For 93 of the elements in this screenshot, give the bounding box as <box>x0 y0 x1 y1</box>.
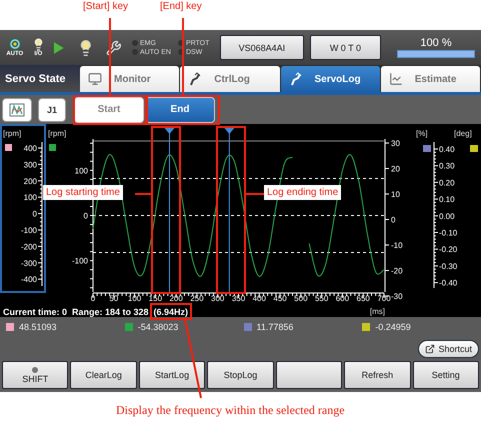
current-time: Current time: 0 <box>3 306 68 316</box>
axis-label: 650 <box>356 294 370 303</box>
axis-label: 200 <box>24 176 37 186</box>
unit-label: [rpm] <box>48 129 66 138</box>
axis-label: 100 <box>128 294 142 303</box>
axis-label: 400 <box>24 144 37 153</box>
speed-reading: 100 % <box>420 37 452 49</box>
tab[interactable]: ServoLog <box>280 66 380 92</box>
series-value: 11.77856 <box>256 322 294 332</box>
tab[interactable]: Estimate <box>380 66 480 92</box>
axis-label: 150 <box>148 294 162 303</box>
leader-line <box>246 193 264 195</box>
axis-label: 450 <box>273 294 287 303</box>
axis-label: 0 <box>391 216 396 224</box>
axis-label: -0.40 <box>439 278 458 288</box>
unit-label: [ms] <box>370 307 385 316</box>
frequency-text: (6.94Hz) <box>154 306 188 316</box>
unit-label: [rpm] <box>3 129 22 138</box>
axis-label: 0 <box>90 294 96 303</box>
axis-label: -30 <box>391 292 403 301</box>
axis-label: 0 <box>32 210 37 219</box>
tab[interactable]: CtrlLog <box>180 66 280 92</box>
swirl-icon <box>8 37 22 51</box>
function-key[interactable]: Setting <box>412 361 479 389</box>
axis-label: -0.30 <box>439 262 458 271</box>
axis-label: 400 <box>252 294 266 303</box>
range-key[interactable]: End <box>145 96 215 122</box>
callout-text: [Start] key <box>83 1 128 12</box>
panel-title: Servo State <box>0 65 80 92</box>
axis-label: -0.20 <box>439 245 458 254</box>
axis-label: 0.00 <box>439 212 455 221</box>
function-key[interactable]: StopLog <box>207 361 274 389</box>
series-value: -0.24959 <box>375 322 411 332</box>
axis-label: -100 <box>72 256 88 266</box>
line-chart-icon <box>388 72 403 86</box>
leader-line <box>135 193 151 195</box>
unit-label: [%] <box>416 129 428 138</box>
robot-arm-icon <box>188 72 202 86</box>
axis-label: 0.40 <box>439 145 455 154</box>
axis-label: 200 <box>169 294 183 303</box>
chart-button[interactable] <box>2 98 32 122</box>
range-key[interactable]: Start <box>74 96 144 122</box>
axis-label: -100 <box>20 226 37 235</box>
highlight-frame <box>150 303 192 320</box>
external-link-icon <box>425 344 436 354</box>
shortcut-button[interactable]: Shortcut <box>418 340 479 358</box>
axis-label: 0.20 <box>439 178 455 188</box>
axis-label: 0.30 <box>439 162 455 171</box>
range-cursor[interactable] <box>224 128 234 294</box>
series-value: 48.51093 <box>19 322 57 332</box>
callout-text: Log starting time <box>43 185 123 200</box>
axis-label: 100 <box>24 193 37 202</box>
shift-button[interactable]: SHIFT <box>2 361 68 389</box>
axis-label: 30 <box>391 139 400 148</box>
axis-label: 600 <box>336 294 350 303</box>
lightbulb-icon <box>32 38 45 50</box>
callout-text: Display the frequency within the selected range <box>116 403 345 418</box>
callout-text: Log ending time <box>264 185 342 200</box>
axis-label: -300 <box>20 258 37 268</box>
axis-label: 300 <box>24 160 37 170</box>
axis-label: 300 <box>211 294 224 303</box>
axis-label: 500 <box>294 294 308 303</box>
function-key[interactable]: StartLog <box>138 361 206 389</box>
range-text: Range: 184 to 328 <box>72 306 149 316</box>
axis-label: 0 <box>84 212 88 220</box>
robot-button[interactable]: VS068A4AI <box>220 35 304 60</box>
axis-label: -0.10 <box>439 228 458 238</box>
function-key[interactable]: ClearLog <box>70 361 137 389</box>
series-value: -54.38023 <box>138 322 178 332</box>
monitor-icon <box>88 72 102 86</box>
axis-label: 20 <box>391 164 400 174</box>
function-key[interactable]: Refresh <box>344 361 411 389</box>
play-icon <box>53 40 65 54</box>
joint-button[interactable]: J1 <box>38 98 66 122</box>
unit-label: [deg] <box>454 129 472 138</box>
function-key[interactable] <box>276 361 342 389</box>
tab[interactable]: Monitor <box>80 66 180 92</box>
axis-label: 0.10 <box>439 195 455 204</box>
axis-label: 550 <box>314 294 328 303</box>
wrench-icon <box>106 40 122 56</box>
axis-label: 100 <box>74 166 88 176</box>
axis-label: 250 <box>190 294 204 303</box>
axis-label: -10 <box>391 241 403 250</box>
range-cursor[interactable] <box>164 128 174 294</box>
axis-label: 50 <box>109 294 118 303</box>
axis-label: 10 <box>391 190 400 199</box>
robot-arm-icon <box>288 72 302 86</box>
line-chart-icon <box>9 102 25 116</box>
axis-label: -20 <box>391 266 403 276</box>
tool-button[interactable]: W 0 T 0 <box>310 35 382 60</box>
axis-label: -200 <box>20 242 37 252</box>
callout-text: [End] key <box>160 1 202 12</box>
axis-label: -400 <box>20 275 37 284</box>
